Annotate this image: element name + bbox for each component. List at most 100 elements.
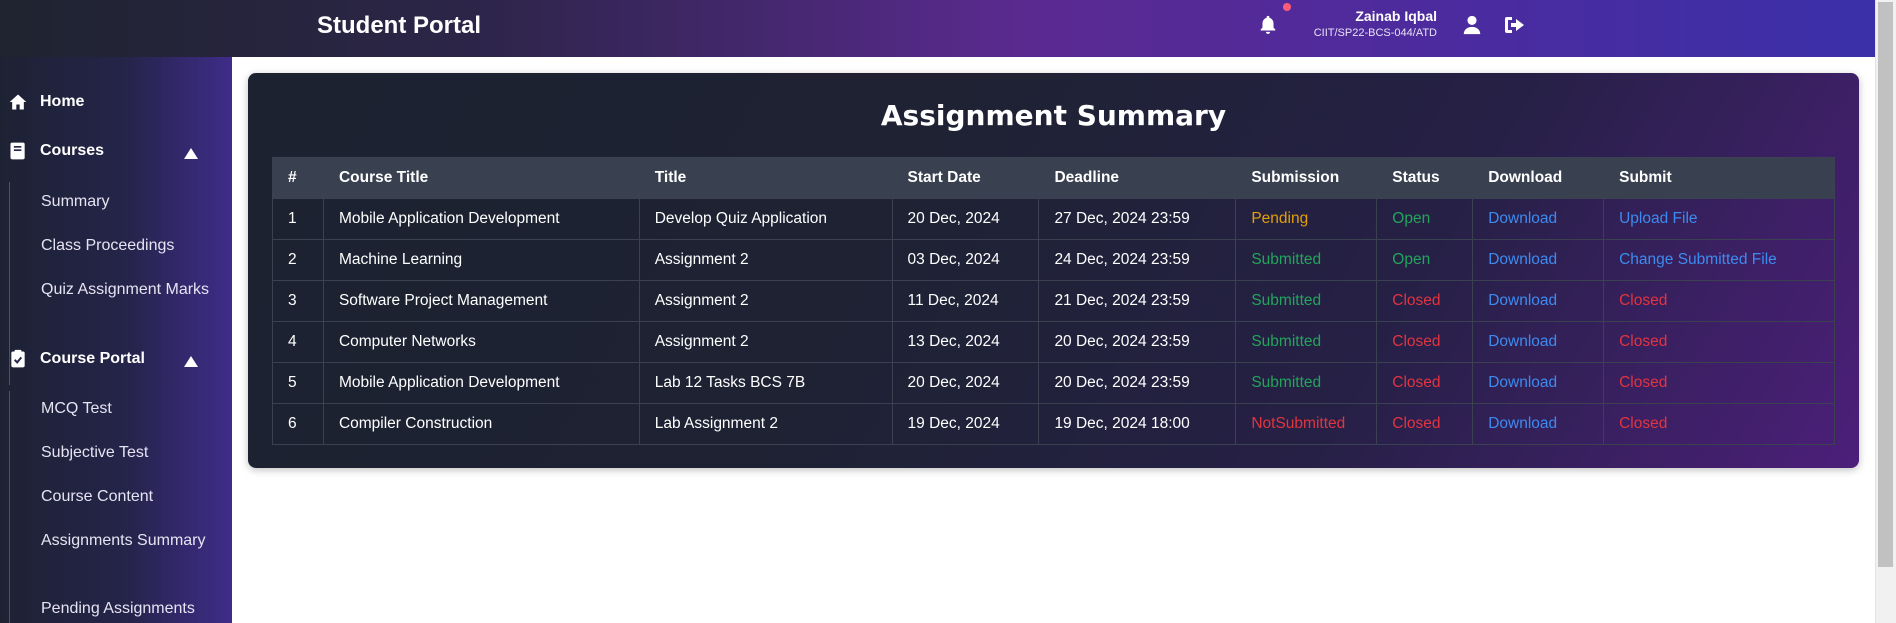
cell-start-date: 19 Dec, 2024	[891, 403, 1040, 445]
submenu-rail	[9, 391, 10, 623]
cell-title: Lab 12 Tasks BCS 7B	[638, 362, 893, 404]
logout-icon[interactable]	[1503, 14, 1527, 36]
notification-dot	[1283, 3, 1291, 11]
cell-number: 5	[272, 362, 324, 404]
user-registration-id: CIIT/SP22-BCS-044/ATD	[1313, 27, 1437, 39]
sidebar-item-label: Home	[40, 93, 85, 110]
cell-start-date: 20 Dec, 2024	[891, 362, 1040, 404]
table-row: 4 Computer Networks Assignment 2 13 Dec,…	[272, 321, 1835, 363]
cell-number: 1	[272, 198, 324, 240]
sidebar-item-home[interactable]: Home	[8, 92, 84, 112]
user-info: Zainab Iqbal CIIT/SP22-BCS-044/ATD	[1314, 8, 1437, 39]
cell-start-date: 03 Dec, 2024	[891, 239, 1040, 281]
scrollbar-thumb[interactable]	[1878, 2, 1893, 567]
sidebar-item-pending-assignments[interactable]: Pending Assignments	[41, 597, 211, 621]
upload-file-link[interactable]: Upload File	[1603, 198, 1835, 240]
sidebar-item-subjective-test[interactable]: Subjective Test	[41, 441, 211, 465]
cell-deadline: 27 Dec, 2024 23:59	[1038, 198, 1237, 240]
cell-title: Lab Assignment 2	[638, 403, 893, 445]
user-name: Zainab Iqbal	[1355, 8, 1437, 24]
home-icon	[9, 94, 27, 110]
top-header: Student Portal Zainab Iqbal CIIT/SP22-BC…	[0, 0, 1875, 57]
download-link[interactable]: Download	[1472, 362, 1605, 404]
cell-course-title: Computer Networks	[322, 321, 640, 363]
download-link[interactable]: Download	[1472, 239, 1605, 281]
user-icon[interactable]	[1461, 13, 1483, 37]
cell-course-title: Mobile Application Development	[322, 198, 640, 240]
cell-submit-closed: Closed	[1603, 280, 1835, 322]
cell-title: Assignment 2	[638, 280, 893, 322]
sidebar-item-quiz-assignment-marks[interactable]: Quiz Assignment Marks	[41, 278, 211, 302]
cell-submission-status: Submitted	[1235, 239, 1378, 281]
sidebar-item-class-proceedings[interactable]: Class Proceedings	[41, 234, 211, 258]
cell-deadline: 24 Dec, 2024 23:59	[1038, 239, 1237, 281]
column-header-start-date: Start Date	[891, 157, 1040, 199]
bell-icon[interactable]	[1257, 13, 1279, 37]
cell-title: Assignment 2	[638, 239, 893, 281]
column-header-course-title: Course Title	[322, 157, 640, 199]
cell-deadline: 20 Dec, 2024 23:59	[1038, 362, 1237, 404]
table-header-row: # Course Title Title Start Date Deadline…	[272, 157, 1835, 199]
cell-submission-status: Submitted	[1235, 362, 1378, 404]
download-link[interactable]: Download	[1472, 403, 1605, 445]
sidebar: Home Courses Summary Class Proceedings Q…	[0, 57, 232, 623]
cell-course-title: Compiler Construction	[322, 403, 640, 445]
column-header-status: Status	[1376, 157, 1474, 199]
cell-number: 4	[272, 321, 324, 363]
download-link[interactable]: Download	[1472, 280, 1605, 322]
cell-deadline: 19 Dec, 2024 18:00	[1038, 403, 1237, 445]
table-row: 2 Machine Learning Assignment 2 03 Dec, …	[272, 239, 1835, 281]
table-row: 1 Mobile Application Development Develop…	[272, 198, 1835, 240]
column-header-download: Download	[1472, 157, 1605, 199]
cell-status: Open	[1376, 198, 1474, 240]
cell-course-title: Software Project Management	[322, 280, 640, 322]
download-link[interactable]: Download	[1472, 321, 1605, 363]
column-header-submit: Submit	[1603, 157, 1835, 199]
cell-course-title: Machine Learning	[322, 239, 640, 281]
cell-course-title: Mobile Application Development	[322, 362, 640, 404]
column-header-submission: Submission	[1235, 157, 1378, 199]
cell-deadline: 21 Dec, 2024 23:59	[1038, 280, 1237, 322]
cell-status: Open	[1376, 239, 1474, 281]
table-row: 5 Mobile Application Development Lab 12 …	[272, 362, 1835, 404]
cell-status: Closed	[1376, 362, 1474, 404]
cell-submission-status: Pending	[1235, 198, 1378, 240]
download-link[interactable]: Download	[1472, 198, 1605, 240]
cell-status: Closed	[1376, 280, 1474, 322]
cell-deadline: 20 Dec, 2024 23:59	[1038, 321, 1237, 363]
sidebar-item-assignments-summary[interactable]: Assignments Summary	[41, 529, 211, 553]
sidebar-item-course-portal[interactable]: Course Portal	[8, 349, 145, 369]
cell-start-date: 20 Dec, 2024	[891, 198, 1040, 240]
cell-submit-closed: Closed	[1603, 362, 1835, 404]
book-icon	[10, 142, 25, 160]
sidebar-item-summary[interactable]: Summary	[41, 190, 211, 214]
chevron-up-icon[interactable]	[184, 148, 198, 159]
cell-start-date: 13 Dec, 2024	[891, 321, 1040, 363]
cell-start-date: 11 Dec, 2024	[891, 280, 1040, 322]
cell-title: Develop Quiz Application	[638, 198, 893, 240]
sidebar-item-mcq-test[interactable]: MCQ Test	[41, 397, 211, 421]
assignment-table: # Course Title Title Start Date Deadline…	[272, 157, 1835, 445]
cell-number: 2	[272, 239, 324, 281]
table-row: 6 Compiler Construction Lab Assignment 2…	[272, 403, 1835, 445]
cell-submission-status: Submitted	[1235, 321, 1378, 363]
column-header-title: Title	[638, 157, 893, 199]
page-title: Assignment Summary	[880, 99, 1227, 132]
cell-title: Assignment 2	[638, 321, 893, 363]
chevron-up-icon[interactable]	[184, 356, 198, 367]
sidebar-item-courses[interactable]: Courses	[8, 141, 104, 161]
cell-submission-status: Submitted	[1235, 280, 1378, 322]
cell-status: Closed	[1376, 321, 1474, 363]
table-row: 3 Software Project Management Assignment…	[272, 280, 1835, 322]
clipboard-check-icon	[11, 349, 25, 368]
cell-submit-closed: Closed	[1603, 403, 1835, 445]
cell-status: Closed	[1376, 403, 1474, 445]
change-submitted-file-link[interactable]: Change Submitted File	[1603, 239, 1835, 281]
cell-submission-status: NotSubmitted	[1235, 403, 1378, 445]
brand-title: Student Portal	[317, 12, 482, 39]
column-header-deadline: Deadline	[1038, 157, 1237, 199]
sidebar-item-label: Courses	[40, 142, 105, 159]
sidebar-item-course-content[interactable]: Course Content	[41, 485, 211, 509]
page-scrollbar[interactable]	[1875, 0, 1896, 623]
column-header-number: #	[272, 157, 324, 199]
